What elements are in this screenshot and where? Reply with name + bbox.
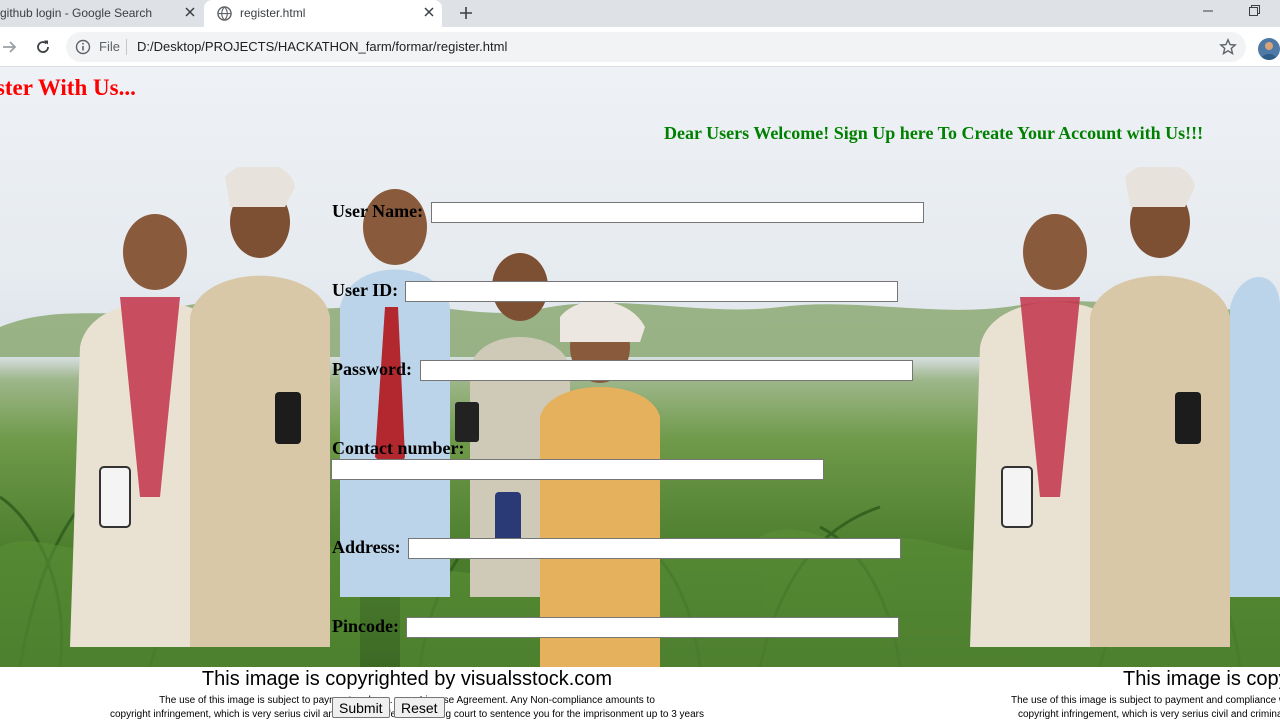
address-input[interactable] <box>408 538 901 559</box>
globe-icon <box>217 6 232 24</box>
submit-button[interactable]: Submit <box>332 697 390 718</box>
address-label: Address: <box>332 537 401 557</box>
username-input[interactable] <box>431 202 924 223</box>
close-icon[interactable] <box>420 3 438 21</box>
tab-title: github login - Google Search <box>0 6 153 20</box>
watermark-text: copyright infringement, which is very se… <box>1018 709 1280 720</box>
username-label: User Name: <box>332 201 424 221</box>
watermark-title: This image is copyri <box>1123 668 1280 690</box>
security-label: File <box>99 39 120 54</box>
avatar[interactable] <box>1258 38 1280 60</box>
welcome-message: Dear Users Welcome! Sign Up here To Crea… <box>664 123 1204 143</box>
password-input[interactable] <box>420 360 913 381</box>
close-icon[interactable] <box>181 3 199 21</box>
tab-strip: github login - Google Search register.ht… <box>0 0 1280 27</box>
star-icon[interactable] <box>1219 38 1237 56</box>
tab-google-search[interactable]: github login - Google Search <box>0 0 204 27</box>
tab-title: register.html <box>240 6 306 20</box>
divider <box>126 39 127 55</box>
contact-label: Contact number: <box>332 438 465 458</box>
watermark-text: The use of this image is subject to paym… <box>1011 695 1280 706</box>
info-icon[interactable] <box>75 39 91 55</box>
tab-register[interactable]: register.html <box>204 0 442 27</box>
reload-icon[interactable] <box>33 37 53 57</box>
farmers-group <box>70 167 660 667</box>
pincode-label: Pincode: <box>332 616 399 636</box>
watermark-title: This image is copyrighted by visualsstoc… <box>201 668 613 690</box>
watermark-repeat: This image is copyri The use of this ima… <box>1008 667 1280 720</box>
restore-icon[interactable] <box>1244 2 1264 20</box>
userid-input[interactable] <box>405 281 898 302</box>
new-tab-button[interactable] <box>456 3 476 23</box>
contact-input[interactable] <box>331 459 824 480</box>
page-title: gister With Us... <box>0 75 136 100</box>
farmers-group-repeat <box>970 167 1280 647</box>
reset-button[interactable]: Reset <box>394 697 445 718</box>
forward-icon[interactable] <box>0 37 20 57</box>
url-text[interactable]: D:/Desktop/PROJECTS/HACKATHON_farm/forma… <box>137 39 507 54</box>
page-content: This image is copyrighted by visualsstoc… <box>0 67 1280 720</box>
userid-label: User ID: <box>332 280 399 300</box>
password-label: Password: <box>332 359 412 379</box>
pincode-input[interactable] <box>406 617 899 638</box>
minimize-icon[interactable] <box>1198 2 1218 20</box>
browser-toolbar: File D:/Desktop/PROJECTS/HACKATHON_farm/… <box>0 27 1280 67</box>
address-bar[interactable]: File D:/Desktop/PROJECTS/HACKATHON_farm/… <box>66 32 1246 62</box>
